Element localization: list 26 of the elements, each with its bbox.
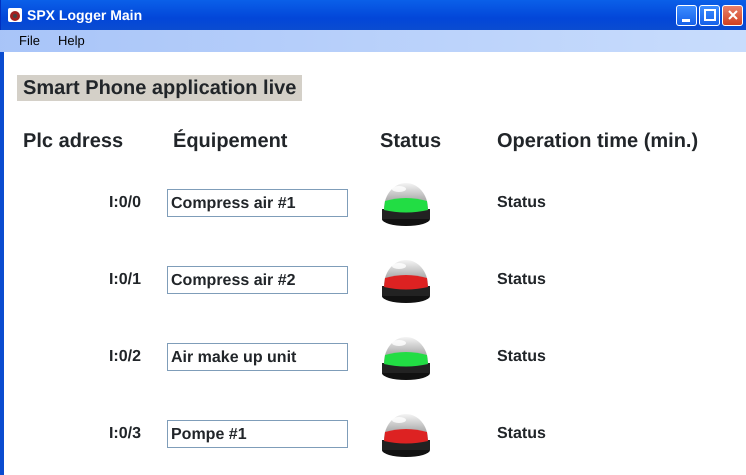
maximize-icon (704, 9, 716, 21)
equipment-field[interactable]: Compress air #1 (167, 188, 348, 216)
status-label: Status (496, 346, 546, 366)
column-header: Operation time (min.) (496, 129, 698, 154)
equipment-field[interactable]: Pompe #1 (167, 420, 348, 448)
status-label: Status (496, 424, 546, 444)
column-header: Status (379, 129, 442, 154)
menu-item[interactable]: File (10, 31, 49, 51)
address-label: I:0/1 (108, 270, 142, 290)
equipment-field[interactable]: Air make up unit (167, 342, 348, 370)
maximize-button[interactable] (699, 4, 720, 26)
close-icon (726, 9, 738, 21)
equipment-field[interactable]: Compress air #2 (167, 266, 348, 294)
app-icon (7, 7, 23, 23)
address-label: I:0/0 (108, 192, 142, 212)
column-header: Équipement (172, 128, 288, 154)
close-button[interactable] (722, 4, 743, 26)
status-label: Status (496, 192, 546, 212)
column-header: Plc adress (22, 129, 124, 154)
status-label: Status (496, 270, 546, 290)
section-heading: Smart Phone application live (17, 75, 302, 101)
address-label: I:0/2 (108, 346, 142, 366)
window-title: SPX Logger Main (27, 6, 142, 25)
menu-item[interactable]: Help (48, 31, 94, 51)
minimize-button[interactable] (676, 4, 697, 26)
address-label: I:0/3 (108, 424, 142, 444)
